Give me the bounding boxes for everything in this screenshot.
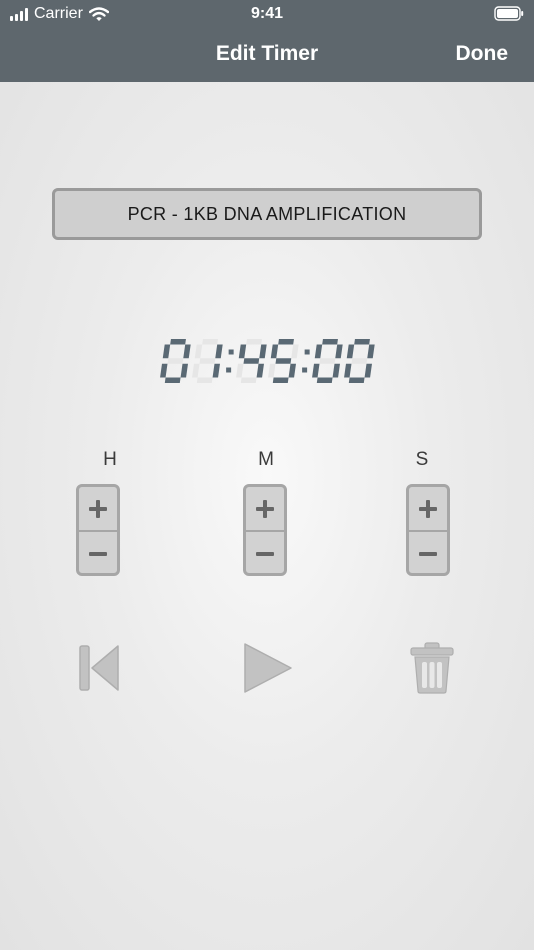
digit-segment xyxy=(351,358,368,364)
minus-icon xyxy=(256,551,274,556)
digit-segment xyxy=(335,344,343,359)
digit-segment xyxy=(322,339,338,345)
digit-segment xyxy=(243,358,260,364)
digit-segment xyxy=(212,363,220,378)
digit-segment xyxy=(194,344,203,359)
digit-segment xyxy=(240,377,257,383)
hours-label: H xyxy=(103,449,117,470)
digit-segment xyxy=(259,344,267,359)
digit-segment xyxy=(314,344,323,359)
colon-separator-dot xyxy=(226,367,232,373)
seconds-stepper xyxy=(406,484,450,576)
digit-segment xyxy=(272,377,289,383)
digit-segment xyxy=(238,344,247,359)
digit-segment xyxy=(199,358,216,364)
digit-segment xyxy=(170,339,186,345)
digit-segment xyxy=(246,339,262,345)
status-time: 9:41 xyxy=(250,5,284,22)
digit-segment xyxy=(164,377,181,383)
digit-segment xyxy=(162,344,171,359)
digit-segment xyxy=(364,363,372,378)
digit-segment xyxy=(312,363,320,378)
digit-segment xyxy=(192,363,200,378)
minutes-stepper xyxy=(243,484,287,576)
timer-digit xyxy=(268,339,299,383)
digit-segment xyxy=(367,344,375,359)
delete-button[interactable] xyxy=(408,640,456,701)
colon-separator-dot xyxy=(302,367,308,373)
digit-segment xyxy=(180,363,188,378)
digit-segment xyxy=(236,363,244,378)
timer-name-field[interactable]: PCR - 1KB DNA AMPLIFICATION xyxy=(52,188,482,240)
minutes-label: M xyxy=(258,449,274,470)
digit-segment xyxy=(278,339,294,345)
minutes-decrement-button[interactable] xyxy=(246,530,284,573)
minus-icon xyxy=(419,551,437,556)
digit-segment xyxy=(268,363,276,378)
timer-digit xyxy=(344,339,375,383)
skip-back-icon xyxy=(79,645,119,691)
digit-segment xyxy=(167,358,184,364)
digit-segment xyxy=(275,358,292,364)
battery-icon xyxy=(494,6,524,21)
digit-segment xyxy=(291,344,299,359)
digit-segment xyxy=(215,344,223,359)
timer-digit xyxy=(192,339,223,383)
seconds-increment-button[interactable] xyxy=(409,487,447,530)
hours-stepper xyxy=(76,484,120,576)
reset-button[interactable] xyxy=(76,640,124,701)
digit-segment xyxy=(256,363,264,378)
digit-segment xyxy=(344,363,352,378)
hours-increment-button[interactable] xyxy=(79,487,117,530)
digit-segment xyxy=(332,363,340,378)
digit-segment xyxy=(346,344,355,359)
done-button[interactable]: Done xyxy=(456,42,509,66)
digit-segment xyxy=(183,344,191,359)
digit-segment xyxy=(354,339,370,345)
timer-digit xyxy=(312,339,343,383)
trash-icon xyxy=(410,642,454,694)
digit-segment xyxy=(288,363,296,378)
page-title: Edit Timer xyxy=(215,42,319,65)
digit-segment xyxy=(202,339,218,345)
minus-icon xyxy=(89,551,107,556)
colon-separator-dot xyxy=(228,349,234,355)
seconds-decrement-button[interactable] xyxy=(409,530,447,573)
navigation-bar: Carrier 9:41 Edit Timer Done xyxy=(0,0,534,82)
timer-digit xyxy=(236,339,267,383)
colon-separator-dot xyxy=(304,349,310,355)
digit-segment xyxy=(316,377,333,383)
timer-name-text: PCR - 1KB DNA AMPLIFICATION xyxy=(127,203,407,224)
play-icon xyxy=(244,643,292,693)
timer-display xyxy=(160,339,375,383)
plus-icon xyxy=(256,499,274,518)
seconds-label: S xyxy=(415,449,429,470)
digit-segment xyxy=(160,363,168,378)
digit-segment xyxy=(319,358,336,364)
digit-segment xyxy=(270,344,279,359)
status-bar: Carrier 9:41 xyxy=(0,0,534,28)
digit-segment xyxy=(348,377,365,383)
plus-icon xyxy=(89,499,107,518)
start-button[interactable] xyxy=(241,640,295,701)
hours-decrement-button[interactable] xyxy=(79,530,117,573)
minutes-increment-button[interactable] xyxy=(246,487,284,530)
timer-digit xyxy=(160,339,191,383)
digit-segment xyxy=(196,377,213,383)
plus-icon xyxy=(419,499,437,518)
